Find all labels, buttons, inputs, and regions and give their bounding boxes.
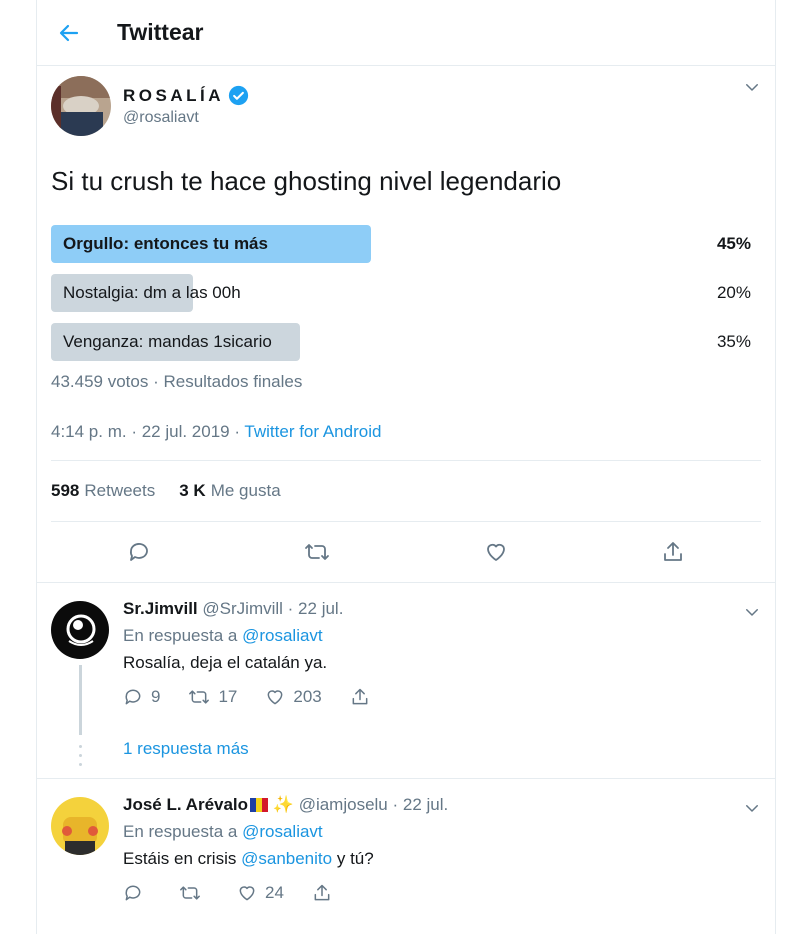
reply-handle[interactable]: @SrJimvill bbox=[202, 599, 283, 618]
reply-date[interactable]: · 22 jul. bbox=[393, 795, 449, 814]
poll-option-percent: 20% bbox=[716, 283, 751, 303]
like-count: 203 bbox=[293, 687, 322, 707]
reply-icon bbox=[125, 885, 141, 901]
arrow-left-icon bbox=[59, 24, 79, 41]
like-button[interactable]: 203 bbox=[265, 687, 322, 707]
avatar[interactable] bbox=[51, 76, 111, 136]
share-icon bbox=[352, 688, 368, 705]
reply-date[interactable]: · 22 jul. bbox=[288, 599, 344, 618]
reply-text: Estáis en crisis @sanbenito y tú? bbox=[123, 849, 374, 869]
reply-count: 9 bbox=[151, 687, 161, 707]
avatar[interactable] bbox=[51, 797, 109, 856]
poll-option: Venganza: mandas 1sicario 35% bbox=[51, 323, 761, 362]
poll-option-label: Orgullo: entonces tu más bbox=[63, 234, 268, 254]
tweet-stats: 598 Retweets 3 K Me gusta bbox=[51, 460, 761, 523]
poll-option-percent: 35% bbox=[716, 332, 751, 352]
header: Twittear bbox=[37, 0, 775, 66]
heart-icon[interactable] bbox=[484, 540, 508, 564]
retweet-icon bbox=[180, 886, 200, 900]
poll-option-label: Venganza: mandas 1sicario bbox=[63, 332, 272, 352]
sparkles-icon: ✨ bbox=[272, 795, 294, 815]
mention-link[interactable]: @sanbenito bbox=[241, 849, 332, 868]
in-reply-to: En respuesta a @rosaliavt bbox=[123, 626, 323, 646]
share-icon[interactable] bbox=[661, 540, 685, 564]
chevron-down-icon[interactable] bbox=[743, 799, 761, 817]
andorra-flag-icon bbox=[250, 798, 269, 813]
share-button[interactable] bbox=[312, 883, 332, 903]
poll-option-label: Nostalgia: dm a las 00h bbox=[63, 283, 241, 303]
reply-header: José L. Arévalo ✨ @iamjoselu · 22 jul. bbox=[123, 795, 761, 815]
share-button[interactable] bbox=[350, 687, 370, 707]
main-tweet: ROSALÍA @rosaliavt Si tu crush te hace g… bbox=[37, 66, 775, 582]
handle[interactable]: @rosaliavt bbox=[123, 109, 249, 127]
tweet-actions bbox=[51, 522, 761, 582]
poll-option-percent: 45% bbox=[716, 234, 751, 254]
poll-option: Orgullo: entonces tu más 45% bbox=[51, 225, 761, 264]
heart-icon bbox=[239, 886, 255, 901]
share-icon bbox=[314, 884, 330, 901]
reply-actions: 24 bbox=[123, 883, 761, 903]
thread-dots bbox=[79, 745, 82, 772]
chevron-down-icon[interactable] bbox=[743, 603, 761, 621]
poll-option: Nostalgia: dm a las 00h 20% bbox=[51, 274, 761, 313]
like-button[interactable]: 24 bbox=[237, 883, 284, 903]
likes-stat[interactable]: 3 K Me gusta bbox=[179, 481, 280, 501]
mention-link[interactable]: @rosaliavt bbox=[242, 822, 323, 841]
reply-actions: 9 17 203 bbox=[123, 687, 761, 707]
reply-name[interactable]: Sr.Jimvill bbox=[123, 599, 198, 618]
page-title: Twittear bbox=[117, 19, 204, 45]
verified-badge-icon bbox=[228, 85, 249, 106]
reply-button[interactable]: 9 bbox=[123, 687, 160, 707]
tweet-meta: 4:14 p. m. · 22 jul. 2019 · Twitter for … bbox=[51, 422, 761, 442]
source-link[interactable]: Twitter for Android bbox=[244, 422, 381, 441]
in-reply-to: En respuesta a @rosaliavt bbox=[123, 822, 323, 842]
avatar[interactable] bbox=[51, 601, 109, 660]
like-count: 24 bbox=[265, 883, 284, 903]
reply-text: Rosalía, deja el catalán ya. bbox=[123, 653, 328, 673]
timeline-column: Twittear ROSALÍA @rosaliavt Si tu crush … bbox=[36, 0, 776, 934]
reply-header: Sr.Jimvill @SrJimvill · 22 jul. bbox=[123, 599, 761, 619]
reply-icon[interactable] bbox=[127, 540, 151, 564]
chevron-down-icon[interactable] bbox=[743, 78, 761, 96]
mention-link[interactable]: @rosaliavt bbox=[242, 626, 323, 645]
retweet-count: 17 bbox=[218, 687, 238, 707]
retweets-stat[interactable]: 598 Retweets bbox=[51, 481, 155, 501]
heart-icon bbox=[267, 690, 283, 705]
reply-handle[interactable]: @iamjoselu bbox=[299, 795, 388, 814]
display-name[interactable]: ROSALÍA bbox=[123, 86, 224, 106]
retweet-icon bbox=[189, 690, 210, 704]
retweet-icon[interactable] bbox=[304, 540, 330, 564]
thread-line bbox=[79, 665, 82, 736]
back-button[interactable] bbox=[49, 13, 89, 53]
reply-tweet[interactable]: José L. Arévalo ✨ @iamjoselu · 22 jul. E… bbox=[37, 778, 775, 920]
retweet-button[interactable]: 17 bbox=[188, 687, 237, 707]
poll: Orgullo: entonces tu más 45% Nostalgia: … bbox=[51, 225, 761, 392]
tweet-author: ROSALÍA @rosaliavt bbox=[51, 66, 761, 146]
poll-votes: 43.459 votos · Resultados finales bbox=[51, 372, 303, 392]
timestamp[interactable]: 4:14 p. m. · 22 jul. 2019 · bbox=[51, 422, 240, 441]
reply-tweet[interactable]: Sr.Jimvill @SrJimvill · 22 jul. En respu… bbox=[37, 582, 775, 778]
reply-name[interactable]: José L. Arévalo bbox=[123, 795, 248, 814]
reply-button[interactable] bbox=[123, 883, 151, 903]
retweet-button[interactable] bbox=[179, 883, 209, 903]
tweet-text: Si tu crush te hace ghosting nivel legen… bbox=[51, 166, 562, 196]
reply-icon bbox=[125, 689, 141, 705]
